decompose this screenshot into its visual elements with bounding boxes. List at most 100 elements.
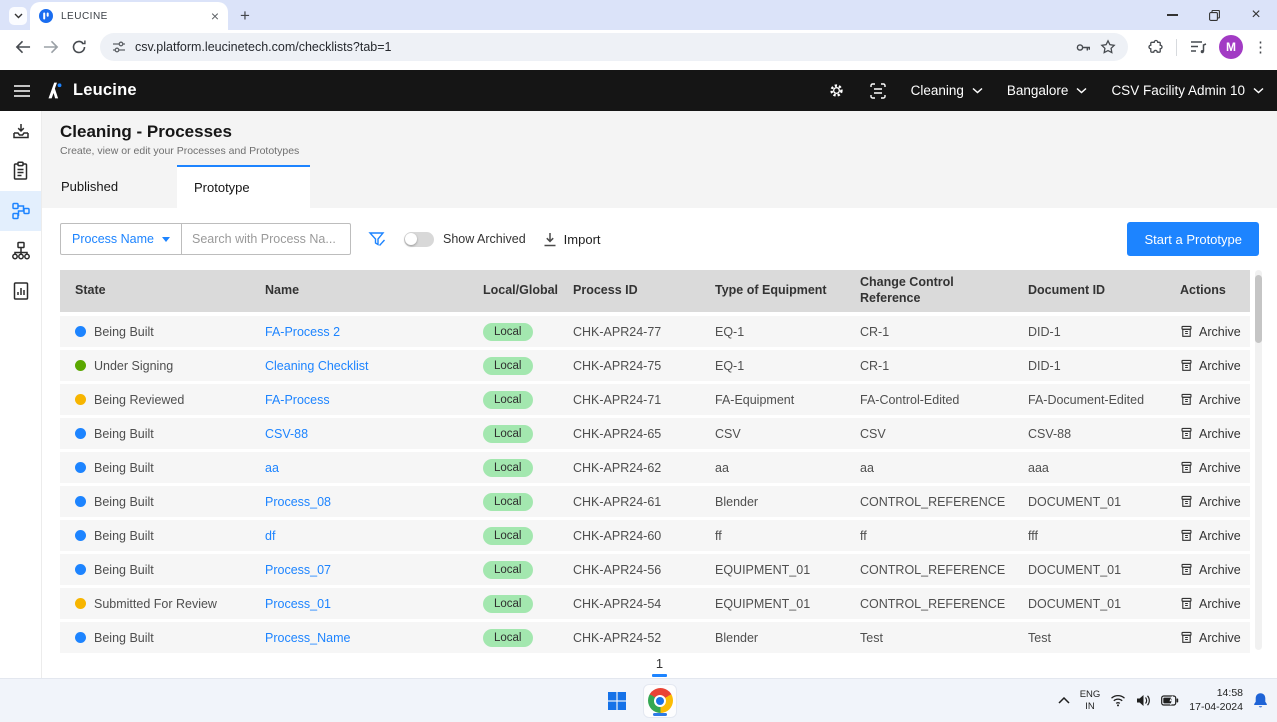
archive-button[interactable]: Archive bbox=[1180, 631, 1241, 645]
archive-button[interactable]: Archive bbox=[1180, 495, 1241, 509]
state-label: Being Built bbox=[94, 324, 154, 339]
leucine-favicon bbox=[39, 9, 53, 23]
window-minimize-button[interactable] bbox=[1151, 0, 1193, 30]
search-input[interactable] bbox=[181, 232, 350, 246]
archive-button[interactable]: Archive bbox=[1180, 427, 1241, 441]
language-indicator[interactable]: ENG IN bbox=[1080, 689, 1101, 712]
archive-button[interactable]: Archive bbox=[1180, 393, 1241, 407]
sidebar-item-reports[interactable] bbox=[0, 271, 41, 311]
chevron-down-icon bbox=[972, 87, 983, 94]
process-name-link[interactable]: Process_07 bbox=[265, 563, 331, 577]
chrome-icon bbox=[647, 688, 673, 713]
process-name-link[interactable]: Cleaning Checklist bbox=[265, 359, 369, 373]
page-active-indicator bbox=[652, 673, 667, 677]
volume-button[interactable] bbox=[1136, 694, 1151, 707]
import-button[interactable]: Import bbox=[543, 232, 601, 247]
bookmark-star-button[interactable] bbox=[1100, 39, 1116, 55]
scope-badge: Local bbox=[483, 458, 533, 477]
start-menu-button[interactable] bbox=[600, 684, 634, 718]
state-dot-icon bbox=[75, 462, 86, 473]
equipment-type: EQUIPMENT_01 bbox=[715, 562, 811, 577]
use-case-selector[interactable]: Cleaning bbox=[911, 83, 983, 98]
user-menu[interactable]: CSV Facility Admin 10 bbox=[1111, 83, 1264, 98]
search-field-selector[interactable]: Process Name bbox=[61, 224, 181, 254]
advanced-filter-button[interactable] bbox=[368, 230, 386, 248]
change-control-reference: CONTROL_REFERENCE bbox=[860, 562, 1006, 577]
restore-icon bbox=[1208, 9, 1220, 21]
state-cell: Being Built bbox=[60, 554, 250, 585]
hamburger-icon bbox=[14, 84, 30, 97]
app-navbar: Leucine Cleaning Bangalore CSV Facility … bbox=[0, 70, 1277, 111]
taskbar-chrome-button[interactable] bbox=[643, 683, 677, 718]
reload-button[interactable] bbox=[65, 39, 93, 55]
forward-button[interactable] bbox=[37, 40, 65, 54]
settings-button[interactable] bbox=[828, 82, 845, 99]
process-id: CHK-APR24-60 bbox=[573, 528, 662, 543]
tab-search-button[interactable] bbox=[9, 7, 27, 25]
chevron-up-icon bbox=[1058, 697, 1070, 704]
process-name-link[interactable]: FA-Process 2 bbox=[265, 325, 340, 339]
battery-icon bbox=[1161, 695, 1179, 706]
table-body: Being Built FA-Process 2 Local CHK-APR24-77… bbox=[60, 316, 1250, 653]
show-archived-toggle[interactable] bbox=[403, 231, 434, 247]
tab-groups-button[interactable] bbox=[1189, 39, 1207, 55]
sidebar-item-processes[interactable] bbox=[0, 191, 41, 231]
header-equipment: Type of Equipment bbox=[715, 283, 827, 298]
process-name-link[interactable]: CSV-88 bbox=[265, 427, 308, 441]
state-label: Being Built bbox=[94, 562, 154, 577]
start-prototype-button[interactable]: Start a Prototype bbox=[1127, 222, 1259, 256]
window-restore-button[interactable] bbox=[1193, 0, 1235, 30]
profile-avatar[interactable]: M bbox=[1219, 35, 1243, 59]
extensions-button[interactable] bbox=[1147, 39, 1164, 56]
state-dot-icon bbox=[75, 598, 86, 609]
process-name-link[interactable]: Process_Name bbox=[265, 631, 350, 645]
battery-button[interactable] bbox=[1161, 695, 1179, 706]
archive-button[interactable]: Archive bbox=[1180, 325, 1241, 339]
pagination: 1 bbox=[42, 656, 1277, 678]
process-name-link[interactable]: Process_01 bbox=[265, 597, 331, 611]
show-archived-label: Show Archived bbox=[442, 232, 526, 246]
wifi-button[interactable] bbox=[1110, 694, 1126, 707]
browser-tab[interactable]: LEUCINE × bbox=[30, 2, 228, 30]
close-tab-icon[interactable]: × bbox=[211, 9, 219, 23]
password-key-button[interactable] bbox=[1075, 39, 1092, 56]
process-name-link[interactable]: Process_08 bbox=[265, 495, 331, 509]
process-name-link[interactable]: df bbox=[265, 529, 275, 543]
browser-menu-button[interactable]: ⋮ bbox=[1253, 38, 1268, 56]
page-number[interactable]: 1 bbox=[656, 656, 663, 672]
notifications-button[interactable] bbox=[1253, 692, 1268, 709]
sidebar-item-checklists[interactable] bbox=[0, 151, 41, 191]
window-close-button[interactable]: × bbox=[1235, 0, 1277, 30]
scope-badge: Local bbox=[483, 390, 533, 409]
process-id: CHK-APR24-71 bbox=[573, 392, 662, 407]
sidebar-item-inbox[interactable] bbox=[0, 111, 41, 151]
archive-button[interactable]: Archive bbox=[1180, 563, 1241, 577]
url-bar[interactable]: csv.platform.leucinetech.com/checklists?… bbox=[100, 33, 1128, 61]
state-dot-icon bbox=[75, 428, 86, 439]
equipment-type: Blender bbox=[715, 494, 759, 509]
table-scrollbar[interactable] bbox=[1255, 270, 1262, 650]
scan-button[interactable] bbox=[869, 82, 887, 100]
sidebar-item-hierarchy[interactable] bbox=[0, 231, 41, 271]
tray-expand-button[interactable] bbox=[1058, 697, 1070, 704]
archive-button[interactable]: Archive bbox=[1180, 597, 1241, 611]
change-control-reference: CSV bbox=[860, 426, 886, 441]
table-row: Being Built df Local CHK-APR24-60 ff ff fff Arc… bbox=[60, 520, 1250, 551]
hamburger-menu-button[interactable] bbox=[13, 84, 31, 98]
user-label: CSV Facility Admin 10 bbox=[1111, 83, 1245, 98]
tab-published[interactable]: Published bbox=[44, 165, 177, 208]
back-button[interactable] bbox=[9, 40, 37, 54]
forward-arrow-icon bbox=[43, 40, 59, 54]
gear-icon bbox=[829, 84, 843, 97]
archive-button[interactable]: Archive bbox=[1180, 461, 1241, 475]
tab-prototype[interactable]: Prototype bbox=[177, 165, 310, 208]
process-id: CHK-APR24-62 bbox=[573, 460, 662, 475]
process-name-link[interactable]: aa bbox=[265, 461, 279, 475]
facility-selector[interactable]: Bangalore bbox=[1007, 83, 1088, 98]
archive-button[interactable]: Archive bbox=[1180, 359, 1241, 373]
archive-button[interactable]: Archive bbox=[1180, 529, 1241, 543]
process-name-link[interactable]: FA-Process bbox=[265, 393, 330, 407]
scrollbar-thumb[interactable] bbox=[1255, 275, 1262, 343]
new-tab-button[interactable]: + bbox=[240, 7, 250, 24]
taskbar-clock[interactable]: 14:58 17-04-2024 bbox=[1189, 687, 1243, 714]
